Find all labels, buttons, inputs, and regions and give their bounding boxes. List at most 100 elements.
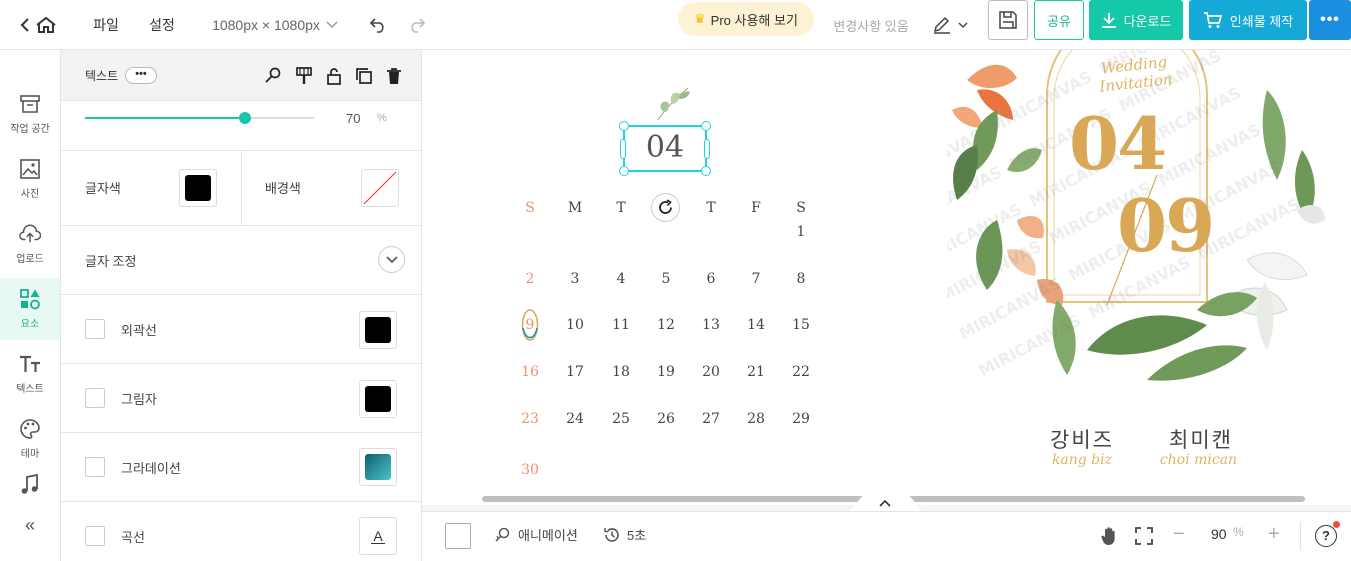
unlock-icon[interactable]: [324, 66, 344, 86]
redo-button[interactable]: [405, 10, 429, 40]
calendar-day: 15: [792, 317, 810, 333]
more-options-button[interactable]: •••: [1309, 0, 1351, 40]
menu-settings[interactable]: 설정: [142, 10, 182, 40]
sidebar-item-theme[interactable]: 테마: [0, 408, 60, 470]
print-order-label: 인쇄물 제작: [1229, 13, 1294, 29]
shadow-row: 그림자: [61, 364, 421, 433]
weekday-label: M: [567, 200, 583, 216]
zoom-value[interactable]: 90: [1211, 526, 1227, 542]
sidebar-item-elements[interactable]: 요소: [0, 278, 60, 340]
cloud-upload-icon: [19, 224, 41, 243]
chevron-down-icon: [326, 21, 338, 29]
resize-handle[interactable]: [619, 166, 629, 176]
calendar-day: 21: [747, 364, 765, 380]
duplicate-icon[interactable]: [354, 66, 374, 86]
opacity-value[interactable]: 70: [346, 111, 360, 126]
fullscreen-icon[interactable]: [1135, 527, 1153, 545]
selected-text-box[interactable]: 04: [619, 121, 711, 176]
shapes-icon: [20, 289, 40, 310]
opacity-slider-handle[interactable]: [239, 112, 252, 124]
paint-format-icon[interactable]: [294, 66, 314, 86]
page-panel-toggle[interactable]: [850, 494, 922, 511]
canvas-area[interactable]: 04 S M T W T F S 12345678910111213141516…: [422, 50, 1351, 511]
resize-handle[interactable]: [619, 121, 629, 131]
opacity-unit: %: [377, 112, 387, 124]
pro-trial-button[interactable]: ♛ Pro 사용해 보기: [678, 2, 814, 36]
outline-checkbox[interactable]: [85, 319, 105, 339]
curve-settings-button[interactable]: A: [359, 517, 397, 555]
weekday-label: T: [616, 200, 626, 216]
sidebar-item-photos[interactable]: 사진: [0, 148, 60, 210]
menu-file[interactable]: 파일: [86, 10, 126, 40]
sidebar-label: 요소: [20, 319, 40, 330]
help-button[interactable]: ?: [1315, 521, 1340, 547]
panel-title: 텍스트: [85, 69, 119, 83]
resize-handle[interactable]: [701, 121, 711, 131]
trash-icon[interactable]: [384, 66, 404, 86]
sidebar-item-text[interactable]: 텍스트: [0, 343, 60, 405]
outline-color-fill: [365, 317, 391, 343]
magic-wand-icon[interactable]: [263, 66, 283, 86]
rotate-handle[interactable]: [651, 193, 680, 222]
download-label: 다운로드: [1123, 13, 1172, 29]
calendar-day: 20: [702, 364, 720, 380]
invitation-artwork[interactable]: MIRICANVAS MIRICANVAS MIRICANVAS MIRICAN…: [947, 50, 1327, 390]
calendar-day: 19: [657, 364, 675, 380]
color-row: 글자색 배경색: [61, 151, 421, 226]
download-icon: [1101, 13, 1116, 28]
page-background-color-button[interactable]: [445, 523, 471, 549]
sidebar-label: 작업 공간: [10, 124, 50, 135]
resize-handle[interactable]: [620, 139, 626, 159]
gradient-checkbox[interactable]: [85, 457, 105, 477]
properties-panel: 텍스트 ••• 70 % 글자색 배경색 글자 조정 외곽선 그림자 그라데이션…: [61, 50, 422, 561]
outline-row: 외곽선: [61, 295, 421, 364]
gradient-row: 그라데이션: [61, 433, 421, 502]
panel-more-button[interactable]: •••: [125, 67, 157, 84]
bg-color-swatch[interactable]: [361, 169, 399, 207]
home-button[interactable]: [18, 10, 58, 40]
opacity-slider-fill: [85, 117, 246, 119]
text-adjust-row[interactable]: 글자 조정: [61, 226, 421, 295]
zoom-in-button[interactable]: +: [1268, 523, 1280, 546]
undo-button[interactable]: [366, 10, 390, 40]
bride-name-english: choi mican: [1159, 452, 1238, 468]
opacity-slider[interactable]: [85, 112, 314, 124]
gradient-color-swatch[interactable]: [359, 448, 397, 486]
expand-button[interactable]: [378, 246, 405, 273]
animation-button[interactable]: 애니메이션: [494, 525, 578, 544]
curve-checkbox[interactable]: [85, 526, 105, 546]
download-button[interactable]: 다운로드: [1089, 0, 1183, 40]
shadow-checkbox[interactable]: [85, 388, 105, 408]
calendar-day: 22: [792, 364, 810, 380]
text-color-fill: [185, 175, 211, 201]
cart-icon: [1203, 12, 1222, 28]
canvas-size-dropdown[interactable]: 1080px × 1080px: [205, 10, 345, 40]
sidebar-item-music[interactable]: [0, 473, 60, 503]
bg-color-label: 배경색: [265, 181, 301, 196]
shadow-color-swatch[interactable]: [359, 380, 397, 418]
text-color-swatch[interactable]: [179, 169, 217, 207]
shadow-label: 그림자: [121, 392, 157, 407]
print-order-button[interactable]: 인쇄물 제작: [1189, 0, 1307, 40]
duration-label: 5초: [627, 528, 647, 543]
resize-handle[interactable]: [704, 139, 710, 159]
save-button[interactable]: [988, 0, 1028, 40]
top-toolbar: 파일 설정 1080px × 1080px ♛ Pro 사용해 보기 변경사항 …: [0, 0, 1351, 50]
resize-handle[interactable]: [701, 166, 711, 176]
curve-row: 곡선 A: [61, 502, 421, 561]
sidebar-item-upload[interactable]: 업로드: [0, 213, 60, 275]
share-button[interactable]: 공유: [1034, 0, 1084, 40]
calendar-day: 3: [570, 271, 580, 287]
edit-mode-dropdown[interactable]: [928, 10, 972, 40]
design-page[interactable]: 04 S M T W T F S 12345678910111213141516…: [422, 50, 1351, 505]
hand-pan-icon[interactable]: [1100, 526, 1118, 546]
calendar-day: 14: [747, 317, 765, 333]
duration-button[interactable]: 5초: [603, 525, 646, 544]
gradient-label: 그라데이션: [121, 461, 181, 476]
zoom-out-button[interactable]: −: [1173, 523, 1185, 546]
weekday-label: T: [706, 200, 716, 216]
sidebar-collapse-button[interactable]: «: [0, 510, 60, 540]
outline-color-swatch[interactable]: [359, 311, 397, 349]
date-day-large: 09: [1117, 183, 1215, 268]
sidebar-item-workspace[interactable]: 작업 공간: [0, 83, 60, 145]
